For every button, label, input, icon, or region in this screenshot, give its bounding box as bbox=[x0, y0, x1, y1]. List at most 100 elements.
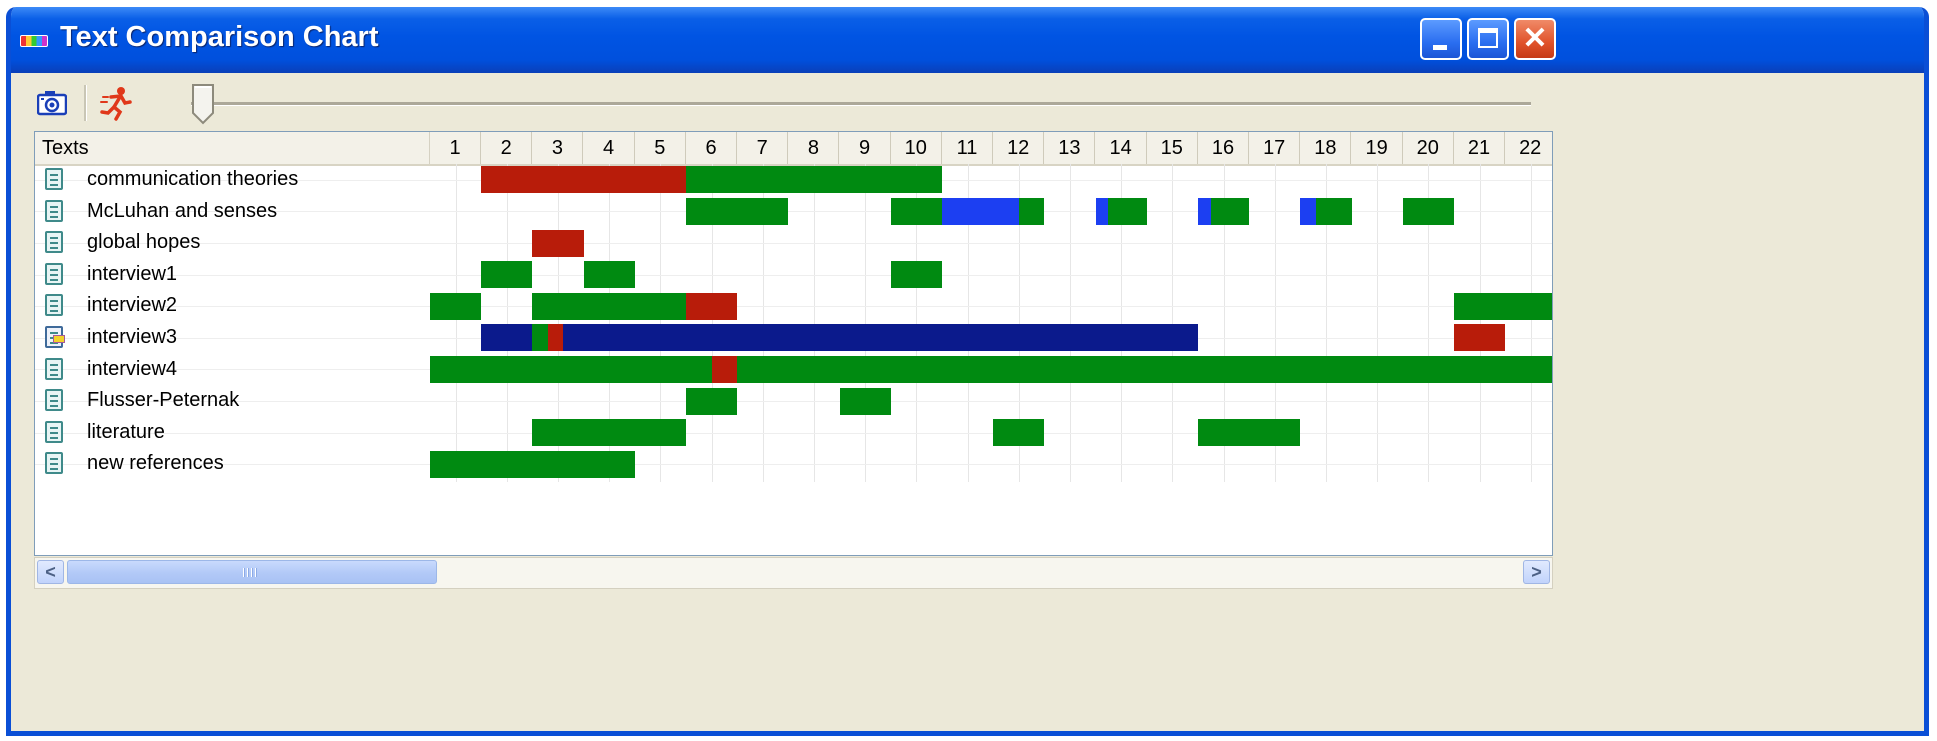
column-header-5[interactable]: 5 bbox=[635, 132, 686, 164]
column-header-10[interactable]: 10 bbox=[891, 132, 942, 164]
column-header-11[interactable]: 11 bbox=[942, 132, 993, 164]
zoom-slider[interactable] bbox=[191, 81, 1531, 125]
text-row-label[interactable]: communication theories bbox=[35, 164, 430, 195]
column-header-14[interactable]: 14 bbox=[1096, 132, 1147, 164]
close-button[interactable]: ✕ bbox=[1514, 18, 1556, 60]
column-header-13[interactable]: 13 bbox=[1044, 132, 1096, 164]
scroll-left-button[interactable]: < bbox=[37, 560, 64, 584]
column-header-1[interactable]: 1 bbox=[430, 132, 481, 164]
text-row-label[interactable]: new references bbox=[35, 448, 430, 479]
text-row-label[interactable]: interview4 bbox=[35, 354, 430, 385]
scrollbar-thumb[interactable] bbox=[67, 560, 437, 584]
match-bar[interactable] bbox=[532, 419, 686, 447]
document-icon bbox=[45, 199, 63, 222]
match-bar[interactable] bbox=[1454, 324, 1506, 352]
match-bar[interactable] bbox=[686, 387, 738, 415]
match-bar[interactable] bbox=[532, 324, 548, 352]
match-bar[interactable] bbox=[1095, 197, 1109, 225]
memo-mark-icon bbox=[53, 335, 65, 343]
column-header-19[interactable]: 19 bbox=[1352, 132, 1403, 164]
text-row-label[interactable]: literature bbox=[35, 417, 430, 448]
match-bar[interactable] bbox=[686, 197, 789, 225]
match-bar[interactable] bbox=[686, 292, 738, 320]
text-name: interview3 bbox=[87, 326, 178, 348]
column-header-8[interactable]: 8 bbox=[788, 132, 840, 164]
column-header-12[interactable]: 12 bbox=[993, 132, 1045, 164]
column-header-22[interactable]: 22 bbox=[1505, 132, 1552, 164]
column-header-16[interactable]: 16 bbox=[1198, 132, 1249, 164]
maximize-icon bbox=[1478, 28, 1498, 48]
camera-icon[interactable] bbox=[37, 90, 67, 116]
match-bar[interactable] bbox=[430, 450, 635, 478]
running-man-icon[interactable] bbox=[99, 85, 133, 121]
match-bar[interactable] bbox=[890, 197, 942, 225]
text-name: interview2 bbox=[87, 294, 178, 317]
match-bar[interactable] bbox=[737, 355, 1552, 383]
text-row-label[interactable]: interview2 bbox=[35, 290, 430, 321]
column-header-17[interactable]: 17 bbox=[1249, 132, 1301, 164]
column-header-9[interactable]: 9 bbox=[840, 132, 891, 164]
minimize-icon bbox=[1433, 45, 1447, 50]
match-bar[interactable] bbox=[481, 261, 533, 289]
match-bar[interactable] bbox=[993, 419, 1045, 447]
toolbar bbox=[11, 73, 1924, 131]
match-bar[interactable] bbox=[1402, 197, 1454, 225]
match-bar[interactable] bbox=[1315, 197, 1352, 225]
text-name: global hopes bbox=[87, 231, 201, 254]
match-bar[interactable] bbox=[839, 387, 891, 415]
maximize-button[interactable] bbox=[1467, 18, 1509, 60]
column-header-20[interactable]: 20 bbox=[1403, 132, 1454, 164]
match-bar[interactable] bbox=[1198, 419, 1301, 447]
text-name: interview4 bbox=[87, 357, 178, 380]
match-bar[interactable] bbox=[686, 166, 942, 194]
match-bar[interactable] bbox=[711, 355, 738, 383]
text-name: communication theories bbox=[87, 168, 299, 190]
match-bar[interactable] bbox=[1108, 197, 1147, 225]
texts-column-header[interactable]: Texts bbox=[35, 132, 430, 164]
column-header-6[interactable]: 6 bbox=[686, 132, 737, 164]
slider-thumb[interactable] bbox=[191, 83, 215, 125]
match-bar[interactable] bbox=[583, 261, 635, 289]
text-row-label[interactable]: McLuhan and senses bbox=[35, 196, 430, 227]
document-icon bbox=[45, 231, 63, 254]
match-bar[interactable] bbox=[942, 197, 1019, 225]
scroll-right-button[interactable]: > bbox=[1523, 560, 1550, 584]
match-bar[interactable] bbox=[547, 324, 564, 352]
text-row-label[interactable]: interview1 bbox=[35, 259, 430, 290]
column-header-7[interactable]: 7 bbox=[737, 132, 789, 164]
scrollbar-grip bbox=[243, 568, 257, 577]
column-header-4[interactable]: 4 bbox=[584, 132, 635, 164]
match-bar[interactable] bbox=[430, 292, 482, 320]
column-header-3[interactable]: 3 bbox=[532, 132, 584, 164]
window-title: Text Comparison Chart bbox=[60, 21, 379, 53]
text-row-label[interactable]: interview3 bbox=[35, 322, 430, 353]
match-bar[interactable] bbox=[1198, 197, 1211, 225]
match-bar[interactable] bbox=[563, 324, 1198, 352]
text-row-label[interactable]: global hopes bbox=[35, 227, 430, 258]
document-icon bbox=[45, 452, 63, 475]
app-icon bbox=[20, 35, 48, 47]
match-bar[interactable] bbox=[532, 229, 584, 257]
column-header-15[interactable]: 15 bbox=[1147, 132, 1198, 164]
text-name: interview1 bbox=[87, 262, 178, 285]
match-bar[interactable] bbox=[481, 166, 686, 194]
column-header-21[interactable]: 21 bbox=[1454, 132, 1505, 164]
match-bar[interactable] bbox=[890, 261, 942, 289]
document-marked-icon bbox=[45, 326, 65, 348]
text-name: Flusser-Peternak bbox=[87, 389, 240, 412]
match-bar[interactable] bbox=[1300, 197, 1316, 225]
match-bar[interactable] bbox=[430, 355, 712, 383]
slider-track bbox=[191, 102, 1531, 106]
text-row-label[interactable]: Flusser-Peternak bbox=[35, 385, 430, 416]
column-header-2[interactable]: 2 bbox=[481, 132, 533, 164]
horizontal-scrollbar[interactable]: < > bbox=[34, 557, 1553, 589]
close-icon: ✕ bbox=[1522, 22, 1548, 55]
match-bar[interactable] bbox=[532, 292, 686, 320]
match-bar[interactable] bbox=[481, 324, 533, 352]
column-header-18[interactable]: 18 bbox=[1300, 132, 1352, 164]
match-bar[interactable] bbox=[1454, 292, 1552, 320]
match-bar[interactable] bbox=[1210, 197, 1250, 225]
match-bar[interactable] bbox=[1018, 197, 1045, 225]
title-bar[interactable]: Text Comparison Chart ✕ bbox=[11, 7, 1924, 73]
minimize-button[interactable] bbox=[1420, 18, 1462, 60]
